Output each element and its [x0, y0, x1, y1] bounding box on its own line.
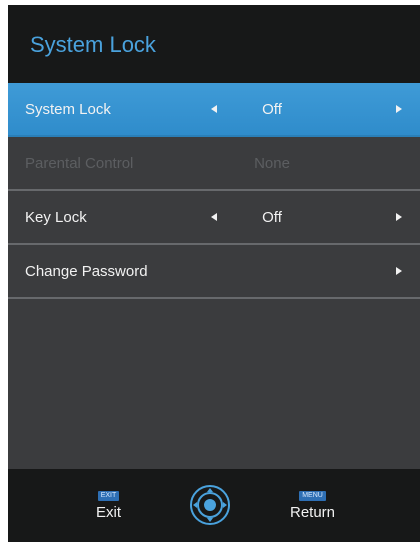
- right-arrow-icon[interactable]: [396, 267, 402, 275]
- system-lock-osd-panel: System Lock System Lock Off Parental Con…: [8, 5, 420, 542]
- return-label: Return: [290, 504, 336, 521]
- menu-item-change-password[interactable]: Change Password: [8, 245, 420, 299]
- page-title: System Lock: [30, 32, 156, 57]
- menu-item-key-lock[interactable]: Key Lock Off: [8, 191, 420, 245]
- menu-item-system-lock[interactable]: System Lock Off: [8, 83, 420, 137]
- left-arrow-icon[interactable]: [211, 213, 217, 221]
- return-key-hint[interactable]: MENU Return: [290, 484, 335, 521]
- menu-item-label: System Lock: [25, 101, 111, 118]
- menu-key-tag: MENU: [299, 491, 326, 501]
- menu-item-value: Off: [262, 209, 282, 226]
- right-arrow-icon[interactable]: [396, 105, 402, 113]
- menu-item-label: Key Lock: [25, 209, 87, 226]
- osd-header: System Lock: [8, 5, 420, 83]
- menu-item-value: Off: [262, 101, 282, 118]
- menu-item-label: Change Password: [25, 263, 148, 280]
- menu-item-label: Parental Control: [25, 155, 134, 172]
- right-arrow-icon[interactable]: [396, 213, 402, 221]
- left-arrow-icon[interactable]: [211, 105, 217, 113]
- menu-item-value: None: [254, 155, 290, 172]
- exit-key-hint[interactable]: EXIT Exit: [96, 484, 121, 521]
- menu-item-parental-control: Parental Control None: [8, 137, 420, 191]
- osd-footer: EXIT Exit MENU Return: [8, 469, 420, 542]
- exit-label: Exit: [96, 504, 122, 521]
- exit-key-tag: EXIT: [97, 491, 120, 501]
- navigation-dpad-icon: [190, 485, 230, 525]
